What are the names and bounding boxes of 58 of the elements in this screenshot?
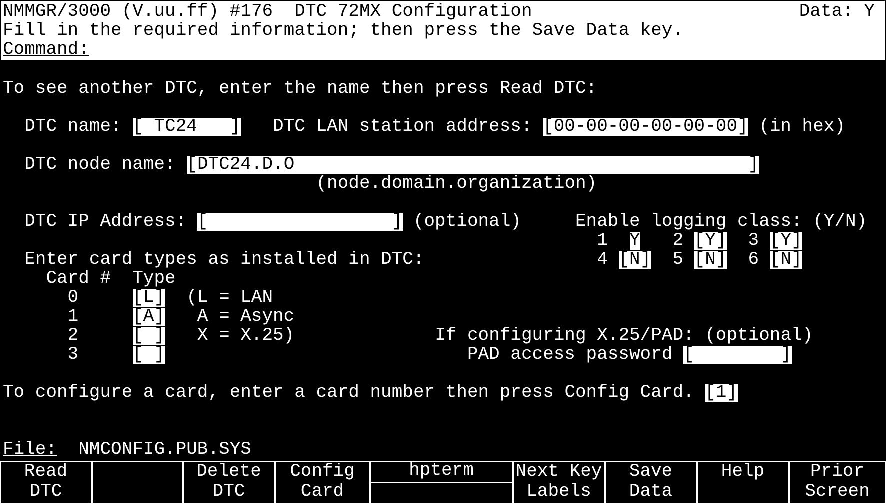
file-name: NMCONFIG.PUB.SYS <box>78 439 252 462</box>
class-number: 6 <box>748 249 760 272</box>
label-text: Enter card types as installed in DTC: <box>24 249 424 270</box>
screen-title: NMMGR/3000 (V.uu.ff) #176 DTC 72MX Configuration <box>3 1 532 22</box>
card-number: 0 <box>68 287 79 309</box>
command-label: Command: <box>3 39 90 62</box>
legend-text: (L = LAN <box>186 287 274 309</box>
status-message: Fill in the required information; then press the Save Data key. <box>3 20 684 41</box>
input-field[interactable]: [N] <box>770 251 802 269</box>
label-text: PAD access password <box>467 344 673 367</box>
class-number: 5 <box>672 249 684 272</box>
legend-text: A = Async <box>196 306 295 327</box>
pad-heading: If configuring X.25/PAD: (optional) <box>435 325 814 346</box>
softkey[interactable]: Prior Screen <box>789 461 886 504</box>
card-number: 3 <box>68 344 79 367</box>
label-text: DTC node name: <box>24 154 176 177</box>
label-text: (optional) <box>413 211 522 234</box>
class-number: 2 <box>672 230 684 252</box>
input-field[interactable]: [N] <box>694 251 727 269</box>
card-number: 1 <box>68 306 79 328</box>
input-field[interactable]: [A] <box>132 308 165 326</box>
input-field[interactable]: [1] <box>705 384 738 402</box>
input-field[interactable]: [00-00-00-00-00-00] <box>543 118 748 136</box>
label-text: Enable logging class: (Y/N) <box>575 211 868 232</box>
data-status-text: Data: Y <box>799 1 875 24</box>
column-header: Card # <box>46 268 112 290</box>
softkey[interactable]: Read DTC <box>0 461 92 504</box>
input-field[interactable]: [ ] <box>132 327 165 345</box>
input-field[interactable]: [ ] <box>683 346 792 364</box>
label-text: (in hex) <box>759 116 846 139</box>
input-field[interactable]: [ ] <box>197 213 403 231</box>
input-field[interactable]: Y <box>630 232 640 250</box>
input-field[interactable]: [N] <box>618 251 652 269</box>
label-text: DTC name: <box>24 116 122 139</box>
input-field[interactable]: [ ] <box>132 346 165 364</box>
class-number: 3 <box>748 230 760 252</box>
input-field[interactable]: [Y] <box>770 232 802 250</box>
softkey[interactable]: Save Data <box>605 461 697 504</box>
card-number: 2 <box>68 325 79 347</box>
hint-text: (node.domain.organization) <box>316 173 598 196</box>
instruction-text: To see another DTC, enter the name then press Read DTC: <box>3 78 598 101</box>
softkey[interactable]: hpterm <box>370 461 513 504</box>
instruction-text: To configure a card, enter a card number then press Config Card. <box>3 382 694 405</box>
softkey[interactable]: Config Card <box>275 461 370 504</box>
label-text: DTC LAN station address: <box>273 116 532 139</box>
class-number: 4 <box>597 249 608 272</box>
softkey[interactable]: Delete DTC <box>183 461 275 504</box>
softkey[interactable]: Help <box>697 461 789 504</box>
input-field[interactable]: [Y] <box>694 232 727 250</box>
softkey[interactable]: Next Key Labels <box>513 461 605 504</box>
legend-text: X = X.25) <box>196 325 295 348</box>
input-field[interactable]: [L] <box>132 289 165 307</box>
column-header: Type <box>132 268 176 289</box>
label-text: DTC IP Address: <box>24 211 187 234</box>
class-number: 1 <box>597 230 608 252</box>
file-label: File: <box>3 439 58 462</box>
input-field[interactable]: [DTC24.D.O ] <box>186 156 760 174</box>
input-field[interactable]: [ TC24 ] <box>132 118 241 136</box>
